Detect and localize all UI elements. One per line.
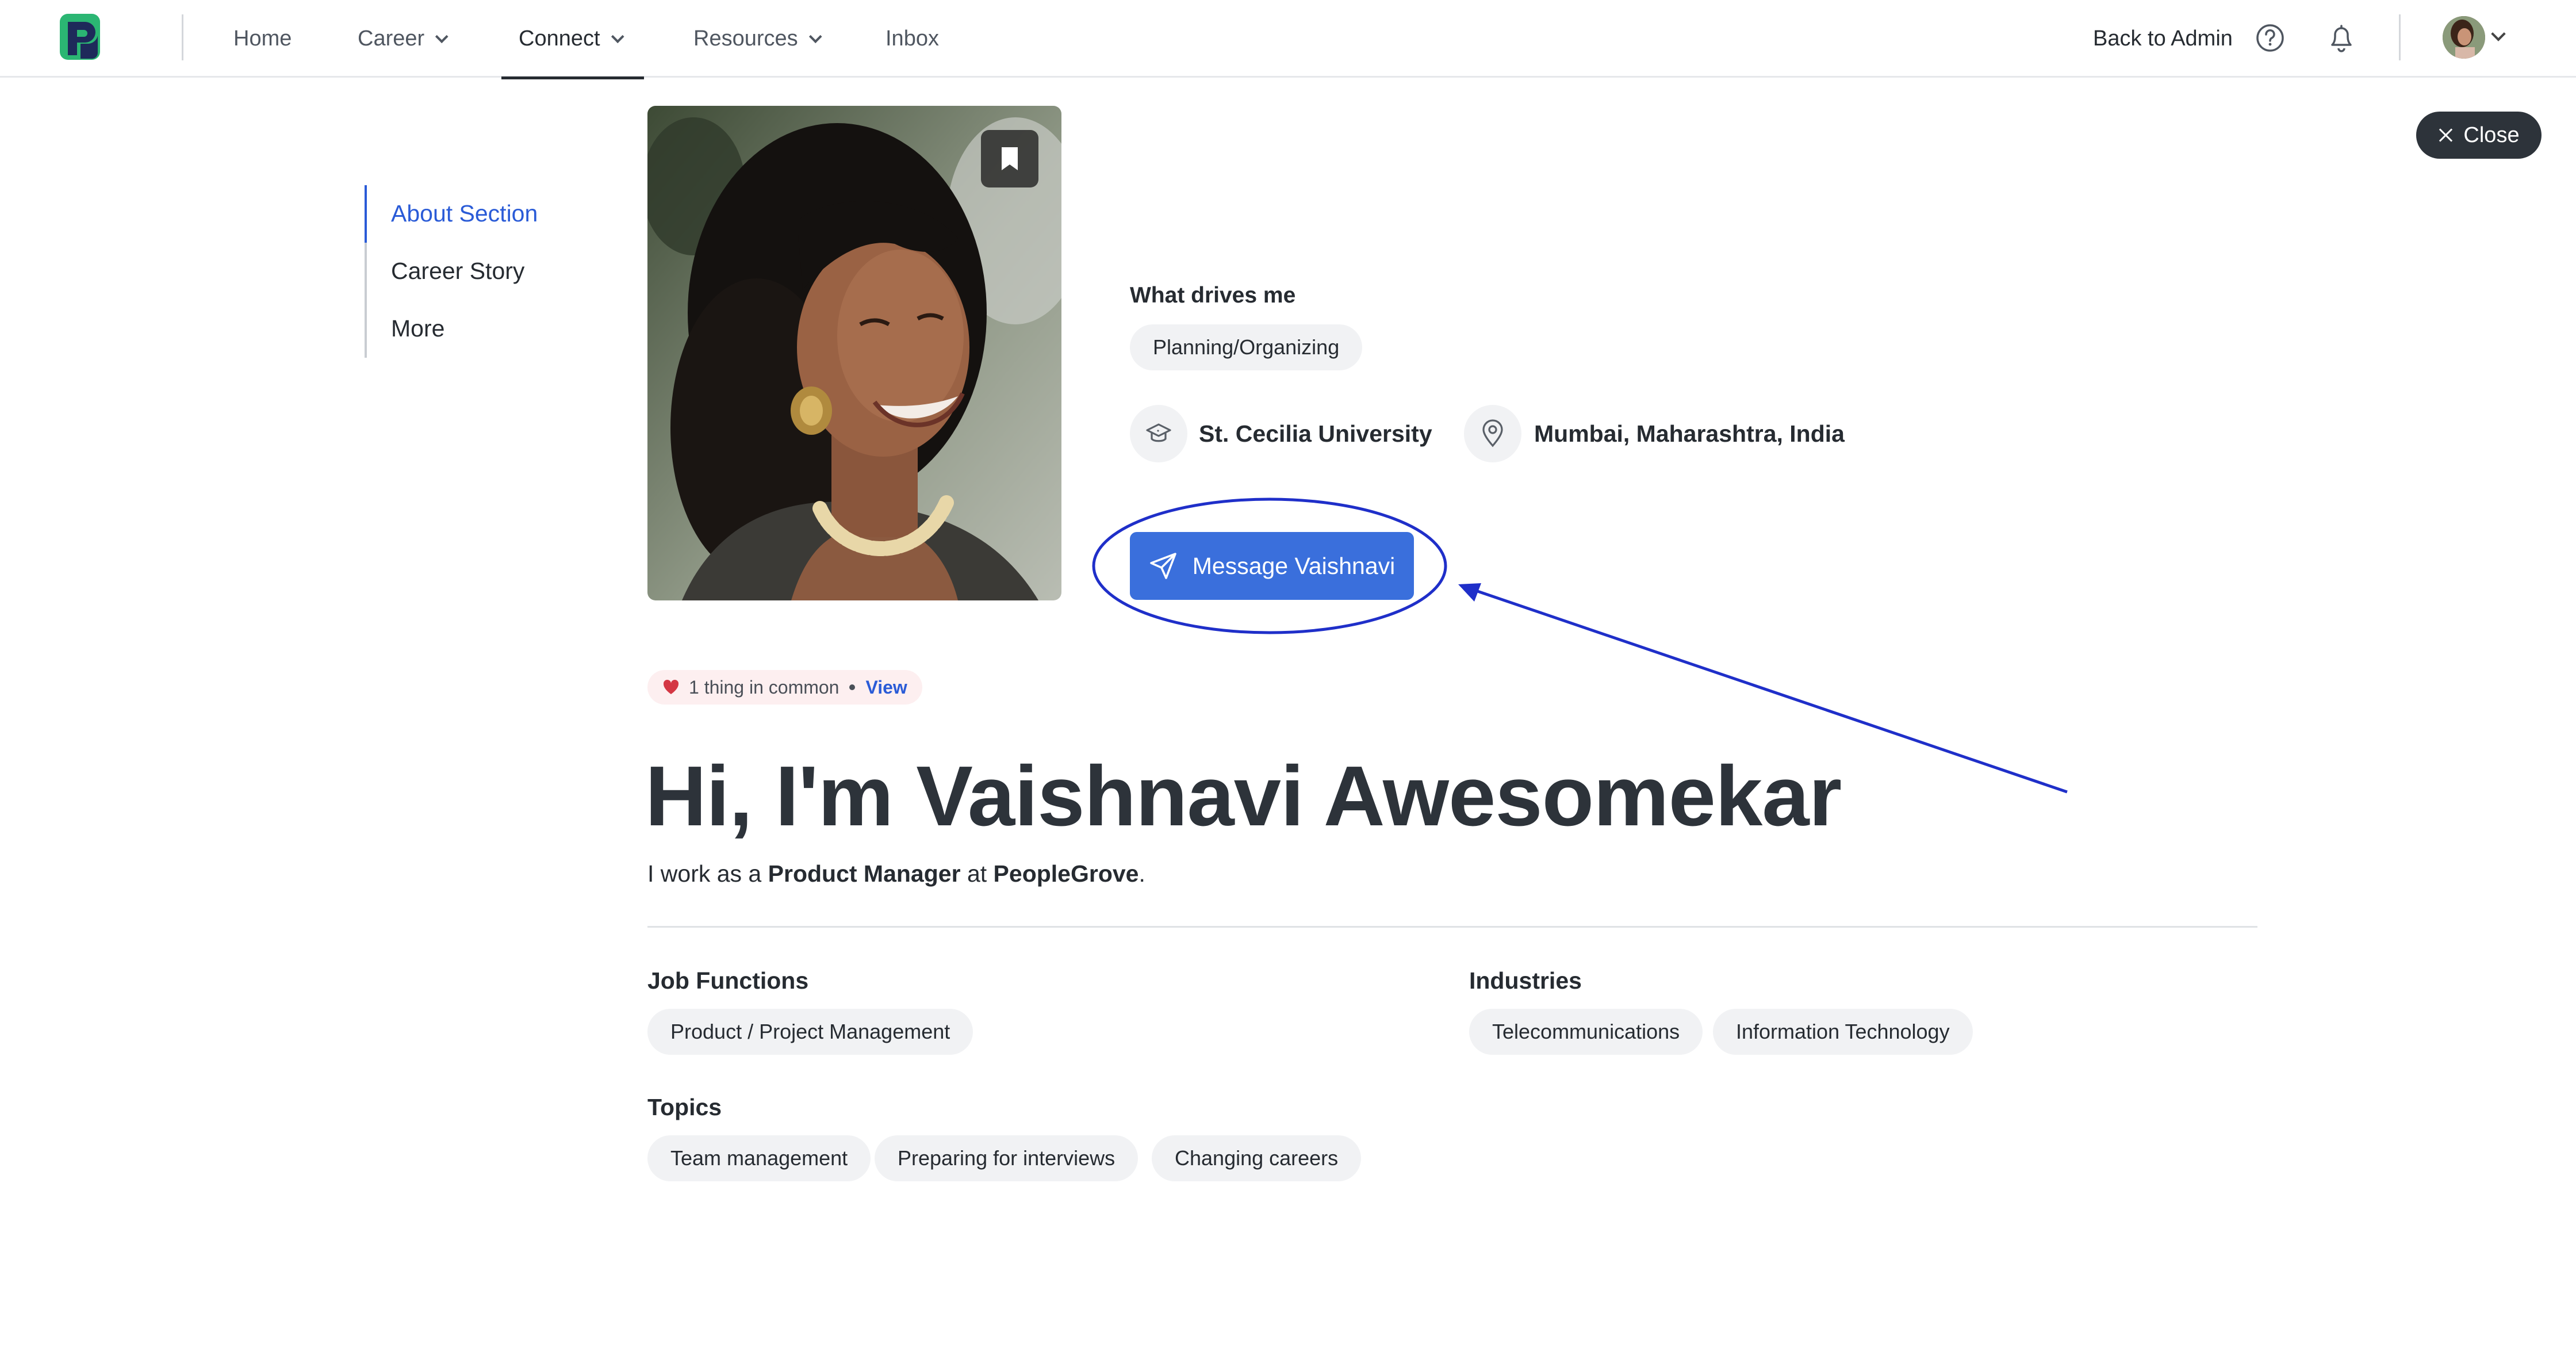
chevron-down-icon (808, 29, 822, 43)
close-button[interactable]: Close (2416, 112, 2542, 159)
graduation-cap-icon (1130, 405, 1187, 462)
chevron-down-icon (435, 29, 448, 43)
sidenav-more[interactable]: More (391, 315, 444, 342)
nav-resources-label: Resources (693, 26, 798, 51)
topic-chip: Changing careers (1152, 1135, 1362, 1181)
nav-divider (2399, 14, 2401, 60)
user-avatar[interactable] (2443, 16, 2485, 59)
industry-chip: Information Technology (1713, 1009, 1973, 1055)
job-title: Product Manager (768, 860, 961, 887)
location-text: Mumbai, Maharashtra, India (1534, 420, 1845, 447)
subline-mid: at (967, 860, 987, 887)
profile-subline: I work as a Product Manager at PeopleGro… (647, 860, 1145, 887)
chevron-down-icon[interactable] (2491, 26, 2506, 41)
topic-chip: Preparing for interviews (875, 1135, 1138, 1181)
close-icon (2438, 128, 2453, 143)
back-to-admin-link[interactable]: Back to Admin (2093, 0, 2233, 78)
bookmark-button[interactable] (981, 130, 1038, 187)
heart-icon (663, 679, 679, 694)
nav-resources[interactable]: Resources (693, 0, 822, 78)
close-label: Close (2463, 123, 2520, 147)
chevron-down-icon (611, 29, 624, 43)
nav-connect-label: Connect (519, 26, 600, 51)
common-count-text: 1 thing in common (689, 676, 839, 698)
location-pin-icon (1464, 405, 1521, 462)
separator-dot (849, 684, 856, 690)
school-name: St. Cecilia University (1199, 420, 1432, 447)
industry-chip: Telecommunications (1469, 1009, 1703, 1055)
company-name: PeopleGrove (993, 860, 1139, 887)
subline-suffix: . (1138, 860, 1145, 887)
nav-career[interactable]: Career (358, 0, 448, 78)
divider (647, 926, 2257, 928)
nav-home[interactable]: Home (233, 0, 292, 78)
nav-career-label: Career (358, 26, 425, 51)
topics-label: Topics (647, 1094, 722, 1120)
things-in-common-pill: 1 thing in common View (647, 670, 922, 705)
highlight-ellipse (1092, 497, 1447, 634)
nav-connect[interactable]: Connect (501, 0, 643, 79)
industries-label: Industries (1469, 967, 1582, 994)
nav-home-label: Home (233, 26, 292, 51)
what-drives-me-label: What drives me (1130, 283, 1296, 308)
help-icon[interactable] (2255, 23, 2285, 53)
bookmark-icon (1002, 147, 1018, 170)
top-nav-bar: Home Career Connect Resources Inbox Back… (0, 0, 2576, 79)
peoplegrove-logo[interactable] (57, 10, 106, 63)
topic-chip: Team management (647, 1135, 871, 1181)
nav-divider (182, 14, 183, 60)
sidenav-career-story[interactable]: Career Story (391, 258, 524, 285)
subline-prefix: I work as a (647, 860, 762, 887)
nav-inbox-label: Inbox (885, 26, 939, 51)
profile-headline: Hi, I'm Vaishnavi Awesomekar (645, 749, 1842, 844)
annotation-arrow-head (1458, 583, 1481, 602)
bell-icon[interactable] (2324, 21, 2359, 55)
view-common-link[interactable]: View (865, 677, 907, 698)
drives-chip: Planning/Organizing (1130, 324, 1363, 370)
job-function-chip: Product / Project Management (647, 1009, 973, 1055)
job-functions-label: Job Functions (647, 967, 809, 994)
section-side-nav: About Section Career Story More (365, 185, 572, 358)
active-section-marker (365, 185, 367, 243)
sidenav-about-section[interactable]: About Section (391, 200, 538, 227)
nav-inbox[interactable]: Inbox (885, 0, 939, 78)
